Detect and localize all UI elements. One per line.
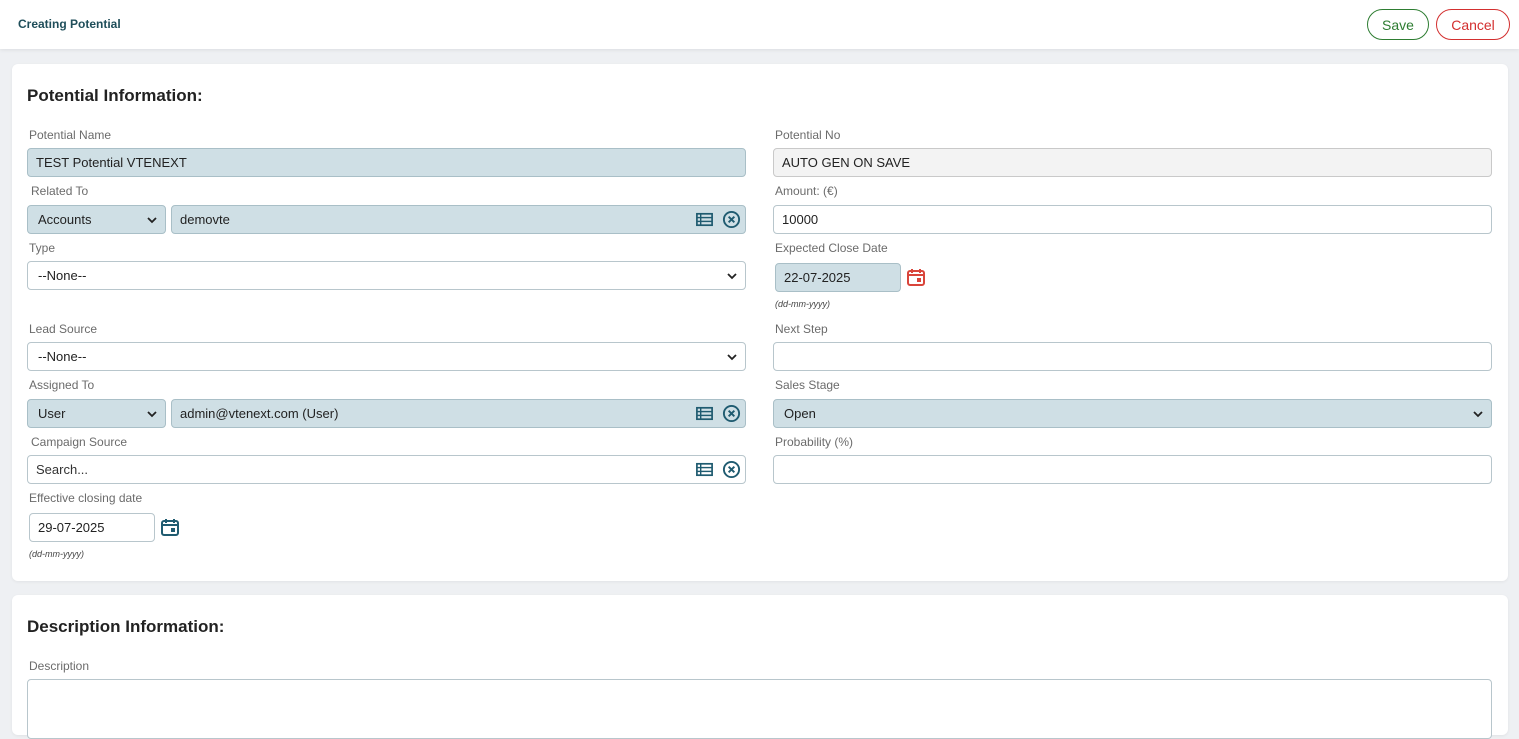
- related-to-value: demovte: [180, 212, 230, 227]
- assigned-to-label: Assigned To: [29, 378, 95, 392]
- page-title: Creating Potential: [18, 17, 121, 31]
- potential-name-value: TEST Potential VTENEXT: [36, 155, 187, 170]
- description-label: Description: [29, 659, 90, 673]
- calendar-icon[interactable]: [160, 517, 180, 537]
- assigned-to-input[interactable]: admin@vtenext.com (User): [171, 399, 746, 428]
- assigned-to-value: admin@vtenext.com (User): [180, 406, 339, 421]
- list-icon[interactable]: [695, 460, 714, 479]
- sales-stage-value: Open: [784, 406, 816, 421]
- probability-label: Probability (%): [775, 435, 854, 449]
- description-textarea[interactable]: [27, 679, 1492, 739]
- type-select[interactable]: --None--: [27, 261, 746, 290]
- type-value: --None--: [38, 268, 87, 283]
- clear-circle-icon[interactable]: [722, 460, 741, 479]
- list-icon[interactable]: [695, 210, 714, 229]
- next-step-input[interactable]: [773, 342, 1492, 371]
- related-to-type-value: Accounts: [38, 212, 92, 227]
- lead-source-select[interactable]: --None--: [27, 342, 746, 371]
- amount-label: Amount: (€): [775, 184, 838, 198]
- potential-no-value: AUTO GEN ON SAVE: [782, 155, 911, 170]
- type-label: Type: [29, 241, 56, 255]
- effective-closing-date-format-hint: (dd-mm-yyyy): [29, 549, 84, 559]
- effective-closing-date-value: 29-07-2025: [38, 520, 105, 535]
- next-step-label: Next Step: [775, 322, 828, 336]
- potential-name-input[interactable]: TEST Potential VTENEXT: [27, 148, 746, 177]
- list-icon[interactable]: [695, 404, 714, 423]
- top-bar: Creating Potential Save Cancel: [0, 0, 1519, 49]
- assigned-to-type-select[interactable]: User: [27, 399, 166, 428]
- campaign-source-input[interactable]: Search...: [27, 455, 746, 484]
- save-button[interactable]: Save: [1367, 9, 1429, 40]
- cancel-button[interactable]: Cancel: [1436, 9, 1510, 40]
- related-to-label: Related To: [31, 184, 89, 198]
- section-title-description: Description Information:: [27, 617, 225, 636]
- amount-input[interactable]: 10000: [773, 205, 1492, 234]
- related-to-type-select[interactable]: Accounts: [27, 205, 166, 234]
- clear-circle-icon[interactable]: [722, 210, 741, 229]
- sales-stage-select[interactable]: Open: [773, 399, 1492, 428]
- effective-closing-date-input[interactable]: 29-07-2025: [29, 513, 155, 542]
- campaign-source-label: Campaign Source: [31, 435, 128, 449]
- chevron-down-icon: [1473, 410, 1483, 417]
- effective-closing-date-label: Effective closing date: [29, 491, 143, 505]
- section-title-potential: Potential Information:: [27, 86, 203, 105]
- probability-input[interactable]: [773, 455, 1492, 484]
- amount-value: 10000: [782, 212, 819, 227]
- lead-source-value: --None--: [38, 349, 87, 364]
- expected-close-date-format-hint: (dd-mm-yyyy): [775, 299, 830, 309]
- expected-close-date-label: Expected Close Date: [775, 241, 888, 255]
- chevron-down-icon: [147, 216, 157, 223]
- potential-no-label: Potential No: [775, 128, 841, 142]
- chevron-down-icon: [147, 410, 157, 417]
- sales-stage-label: Sales Stage: [775, 378, 840, 392]
- potential-no-field: AUTO GEN ON SAVE: [773, 148, 1492, 177]
- lead-source-label: Lead Source: [29, 322, 98, 336]
- clear-circle-icon[interactable]: [722, 404, 741, 423]
- related-to-input[interactable]: demovte: [171, 205, 746, 234]
- expected-close-date-input[interactable]: 22-07-2025: [775, 263, 901, 292]
- expected-close-date-value: 22-07-2025: [784, 270, 851, 285]
- assigned-to-type-value: User: [38, 406, 66, 421]
- chevron-down-icon: [727, 272, 737, 279]
- potential-information-card: Potential Information: Potential Name TE…: [12, 64, 1508, 581]
- potential-name-label: Potential Name: [29, 128, 112, 142]
- campaign-source-placeholder: Search...: [36, 462, 89, 477]
- description-information-card: Description Information: Description: [12, 595, 1508, 739]
- chevron-down-icon: [727, 353, 737, 360]
- calendar-icon[interactable]: [906, 267, 926, 287]
